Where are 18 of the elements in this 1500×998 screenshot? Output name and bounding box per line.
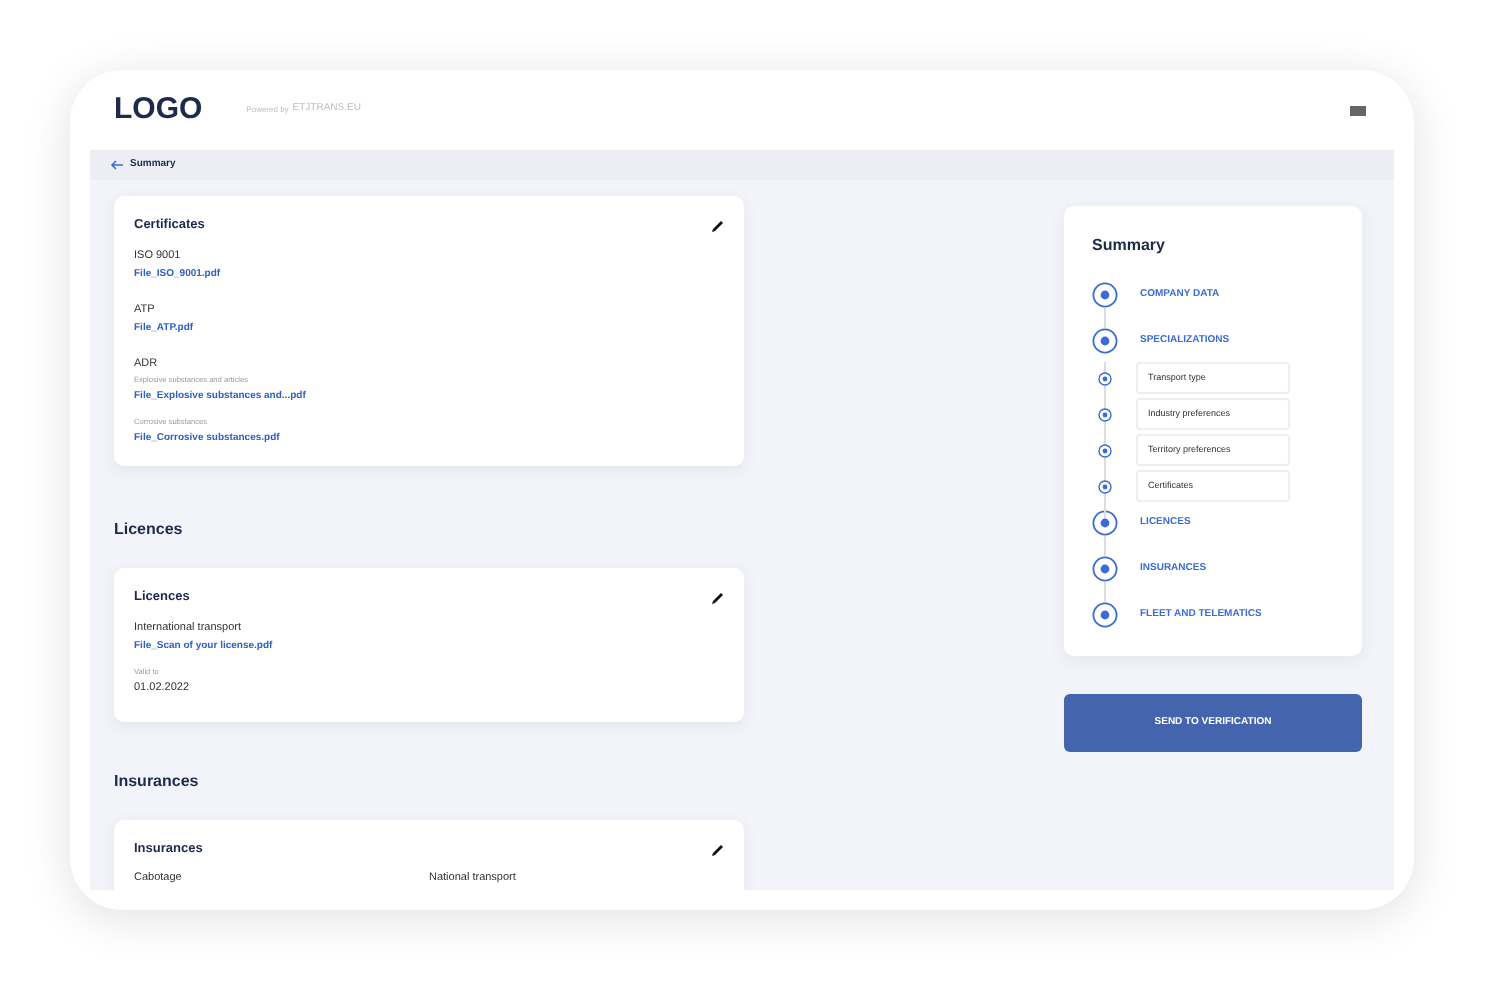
section-heading: Insurances (114, 769, 201, 793)
logo: LOGO (114, 89, 203, 130)
menu-icon[interactable] (1350, 105, 1366, 115)
section-heading: Licences (114, 517, 185, 542)
step-marker-icon (1092, 510, 1118, 536)
step-marker-icon (1092, 282, 1118, 308)
back-arrow-icon (110, 160, 124, 170)
substep-marker-icon (1098, 371, 1112, 385)
summary-title: Summary (1092, 234, 1167, 258)
substep-marker-icon (1098, 407, 1112, 421)
edit-icon[interactable] (710, 841, 724, 856)
edit-icon[interactable] (710, 218, 724, 233)
step-marker-icon (1092, 602, 1118, 628)
substep-marker-icon (1098, 443, 1112, 457)
edit-icon[interactable] (710, 590, 724, 605)
step-marker-icon (1092, 556, 1118, 582)
step-marker-icon (1092, 328, 1118, 354)
substep-marker-icon (1098, 479, 1112, 493)
